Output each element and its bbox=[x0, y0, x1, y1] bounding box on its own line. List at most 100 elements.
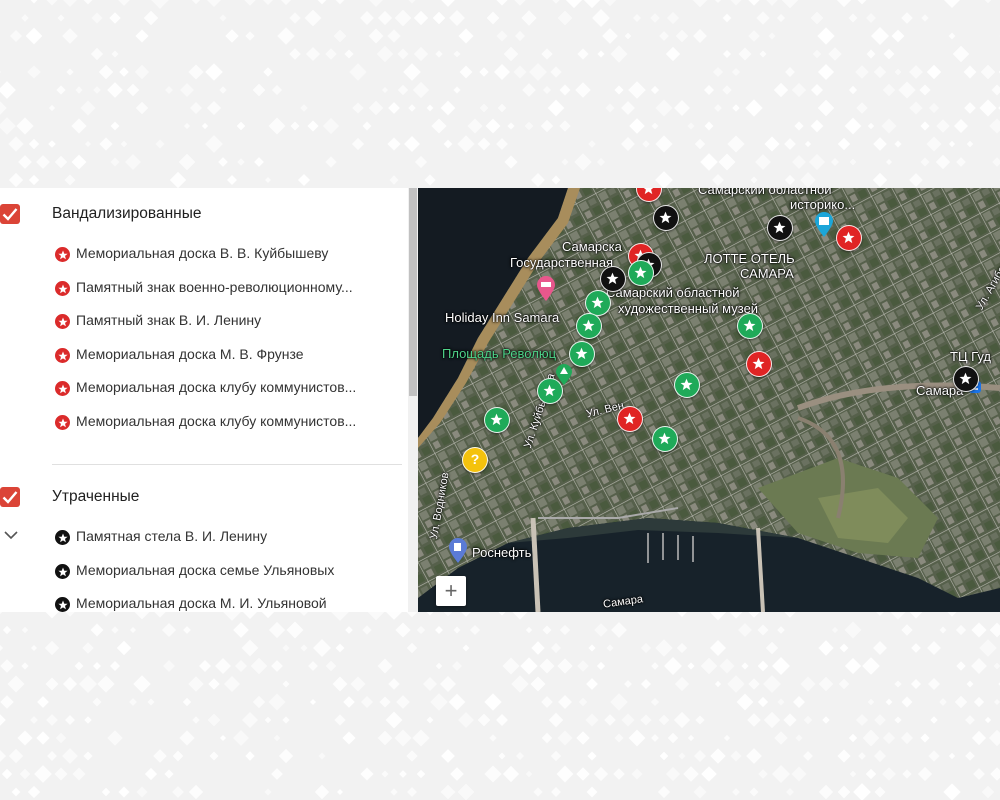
green-star-marker-icon[interactable] bbox=[652, 426, 678, 452]
background-diamond bbox=[676, 612, 688, 618]
checkbox-checked[interactable] bbox=[0, 204, 20, 224]
background-diamond bbox=[533, 787, 543, 797]
background-diamond bbox=[278, 748, 294, 764]
background-diamond bbox=[730, 750, 742, 762]
list-item[interactable]: Мемориальная доска клубу коммунистов... bbox=[0, 374, 400, 402]
black-star-marker-icon[interactable] bbox=[953, 366, 979, 392]
layer-header-lost[interactable]: Утраченные bbox=[0, 481, 400, 511]
background-diamond bbox=[343, 696, 355, 708]
green-star-marker-icon[interactable] bbox=[484, 407, 510, 433]
background-diamond bbox=[45, 612, 59, 619]
background-diamond bbox=[332, 676, 348, 692]
list-item[interactable]: Мемориальная доска клубу коммунистов... bbox=[0, 408, 400, 436]
list-item[interactable]: Памятный знак В. И. Ленину bbox=[0, 307, 400, 335]
background-diamond bbox=[631, 768, 643, 780]
background-diamond bbox=[531, 173, 545, 187]
black-star-marker-icon[interactable] bbox=[653, 205, 679, 231]
background-diamond bbox=[345, 626, 353, 634]
green-star-marker-icon[interactable] bbox=[628, 260, 654, 286]
red-star-marker-icon[interactable] bbox=[617, 406, 643, 432]
black-star-marker-icon[interactable] bbox=[767, 215, 793, 241]
background-diamond bbox=[621, 713, 635, 727]
background-diamond bbox=[525, 770, 533, 778]
background-diamond bbox=[367, 612, 385, 621]
list-item[interactable]: Памятный знак военно-революционному... bbox=[0, 274, 400, 302]
background-diamond bbox=[0, 117, 16, 135]
background-diamond bbox=[467, 118, 483, 134]
map-label: Holiday Inn Samara bbox=[445, 310, 560, 325]
background-diamond bbox=[46, 0, 58, 6]
background-diamond bbox=[360, 767, 374, 781]
background-diamond bbox=[498, 612, 506, 616]
background-diamond bbox=[606, 644, 614, 652]
background-diamond bbox=[503, 46, 519, 62]
background-diamond bbox=[966, 680, 974, 688]
red-star-marker-icon[interactable] bbox=[746, 351, 772, 377]
park-pin-icon[interactable] bbox=[555, 364, 573, 386]
background-diamond bbox=[901, 696, 913, 708]
background-diamond bbox=[800, 172, 816, 188]
background-diamond bbox=[71, 154, 87, 170]
background-diamond bbox=[844, 657, 862, 675]
background-diamond bbox=[755, 154, 771, 170]
scrollbar[interactable] bbox=[408, 188, 418, 612]
gas-station-pin-icon[interactable] bbox=[448, 538, 468, 564]
background-diamond bbox=[134, 64, 150, 80]
background-diamond bbox=[99, 137, 113, 151]
satellite-map[interactable]: Самарский областной историко... Самарска… bbox=[418, 188, 1000, 612]
background-diamond bbox=[898, 81, 916, 99]
background-diamond bbox=[30, 644, 38, 652]
background-diamond bbox=[37, 696, 49, 708]
background-diamond bbox=[597, 50, 605, 58]
checkbox-checked[interactable] bbox=[0, 487, 20, 507]
green-star-marker-icon[interactable] bbox=[674, 372, 700, 398]
background-diamond bbox=[512, 612, 528, 620]
background-diamond bbox=[873, 65, 887, 79]
background-diamond bbox=[674, 100, 690, 116]
list-item[interactable]: Мемориальная доска семье Ульяновых bbox=[0, 557, 400, 585]
background-diamond bbox=[818, 784, 834, 800]
background-diamond bbox=[54, 155, 68, 169]
background-diamond bbox=[700, 153, 718, 171]
scrollbar-thumb[interactable] bbox=[409, 188, 417, 396]
hotel-pin-icon[interactable] bbox=[536, 276, 556, 302]
background-diamond bbox=[408, 104, 416, 112]
background-diamond bbox=[0, 659, 14, 673]
background-diamond bbox=[624, 680, 632, 688]
list-item[interactable]: Мемориальная доска М. В. Фрунзе bbox=[0, 341, 400, 369]
background-diamond bbox=[901, 624, 913, 636]
zoom-in-button[interactable]: + bbox=[436, 576, 466, 606]
background-diamond bbox=[909, 173, 923, 187]
background-diamond bbox=[665, 46, 681, 62]
background-diamond bbox=[783, 713, 797, 727]
background-diamond bbox=[97, 675, 115, 693]
background-diamond bbox=[335, 0, 345, 5]
divider bbox=[52, 464, 402, 465]
background-diamond bbox=[548, 712, 564, 728]
background-diamond bbox=[414, 155, 428, 169]
background-diamond bbox=[136, 786, 148, 798]
background-diamond bbox=[784, 138, 796, 150]
background-diamond bbox=[0, 749, 7, 763]
list-item[interactable]: Мемориальная доска В. В. Куйбышеву bbox=[0, 240, 400, 268]
background-diamond bbox=[574, 153, 592, 171]
background-diamond bbox=[866, 49, 876, 59]
green-star-marker-icon[interactable] bbox=[737, 313, 763, 339]
list-item[interactable]: Мемориальная доска М. И. Ульяновой bbox=[0, 590, 400, 612]
background-diamond bbox=[422, 676, 438, 692]
unknown-status-marker-icon[interactable]: ? bbox=[462, 447, 488, 473]
background-diamond bbox=[188, 64, 204, 80]
background-diamond bbox=[72, 767, 86, 781]
black-star-marker-icon[interactable] bbox=[600, 266, 626, 292]
layer-header-vandalized[interactable]: Вандализированные bbox=[0, 198, 400, 228]
background-diamond bbox=[596, 661, 606, 671]
background-diamond bbox=[694, 750, 706, 762]
museum-pin-icon[interactable] bbox=[814, 212, 834, 238]
background-diamond bbox=[308, 661, 318, 671]
item-label: Мемориальная доска клубу коммунистов... bbox=[76, 379, 357, 395]
list-item[interactable]: Памятная стела В. И. Ленину bbox=[0, 523, 400, 551]
background-diamond bbox=[795, 734, 803, 742]
green-star-marker-icon[interactable] bbox=[576, 313, 602, 339]
red-star-marker-icon[interactable] bbox=[836, 225, 862, 251]
map-label: художественный музей bbox=[618, 301, 759, 316]
